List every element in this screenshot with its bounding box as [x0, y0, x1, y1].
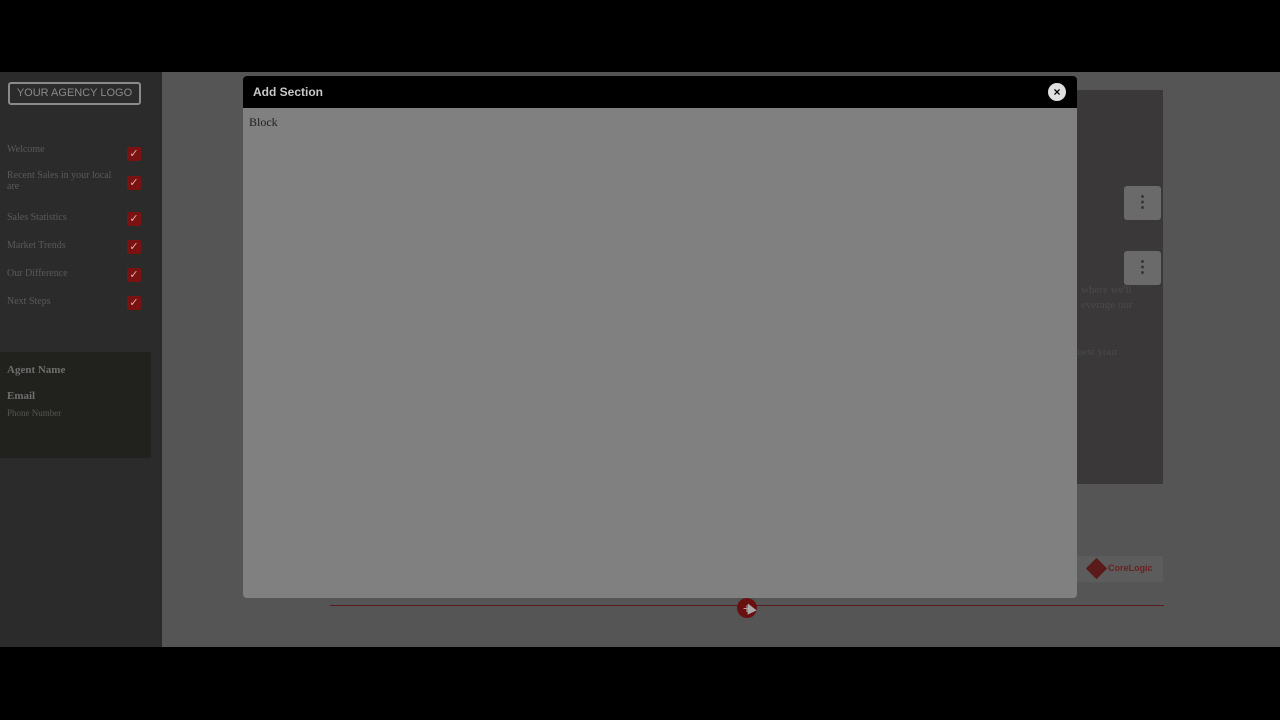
- agency-logo-button[interactable]: YOUR AGENCY LOGO: [8, 82, 141, 105]
- corelogic-mark-icon: [1085, 557, 1108, 580]
- agent-name: Agent Name: [7, 364, 66, 376]
- checkbox-checked-icon[interactable]: ✓: [127, 176, 141, 190]
- preview-text-line: where we'll: [1081, 284, 1132, 296]
- corelogic-wordmark: CoreLogic: [1108, 563, 1153, 573]
- modal-title: Add Section: [253, 85, 324, 99]
- checkbox-checked-icon[interactable]: ✓: [127, 147, 141, 161]
- sidebar-item-label: Recent Sales in your local are: [7, 170, 112, 192]
- modal-body: Block: [243, 108, 1077, 598]
- checkbox-checked-icon[interactable]: ✓: [127, 240, 141, 254]
- sidebar: YOUR AGENCY LOGO Welcome ✓ Recent Sales …: [0, 72, 162, 647]
- add-section-modal: Add Section × Block: [243, 76, 1077, 598]
- agent-email: Email: [7, 390, 36, 402]
- sidebar-item-our-difference[interactable]: Our Difference ✓: [0, 264, 150, 292]
- sidebar-item-welcome[interactable]: Welcome ✓: [0, 140, 150, 168]
- section-nav: Welcome ✓ Recent Sales in your local are…: [0, 140, 150, 320]
- preview-text-line: uest your: [1077, 346, 1118, 358]
- preview-text-line: everage our: [1081, 299, 1133, 311]
- close-icon[interactable]: ×: [1048, 83, 1066, 101]
- sidebar-item-market-trends[interactable]: Market Trends ✓: [0, 236, 150, 264]
- letterbox-bottom: [0, 647, 1280, 720]
- checkbox-checked-icon[interactable]: ✓: [127, 268, 141, 282]
- sidebar-item-sales-statistics[interactable]: Sales Statistics ✓: [0, 208, 150, 236]
- checkbox-checked-icon[interactable]: ✓: [127, 296, 141, 310]
- modal-header: Add Section ×: [243, 76, 1077, 108]
- agent-phone: Phone Number: [7, 408, 62, 418]
- section-menu-button[interactable]: ⋮: [1124, 251, 1161, 285]
- agent-card: Agent Name Email Phone Number: [0, 352, 151, 458]
- sidebar-item-recent-sales[interactable]: Recent Sales in your local are ✓: [0, 168, 150, 208]
- corelogic-logo: CoreLogic: [1077, 556, 1163, 582]
- sidebar-item-next-steps[interactable]: Next Steps ✓: [0, 292, 150, 320]
- letterbox-top: [0, 0, 1280, 72]
- section-menu-button[interactable]: ⋮: [1124, 186, 1161, 220]
- block-option[interactable]: Block: [249, 115, 278, 130]
- checkbox-checked-icon[interactable]: ✓: [127, 212, 141, 226]
